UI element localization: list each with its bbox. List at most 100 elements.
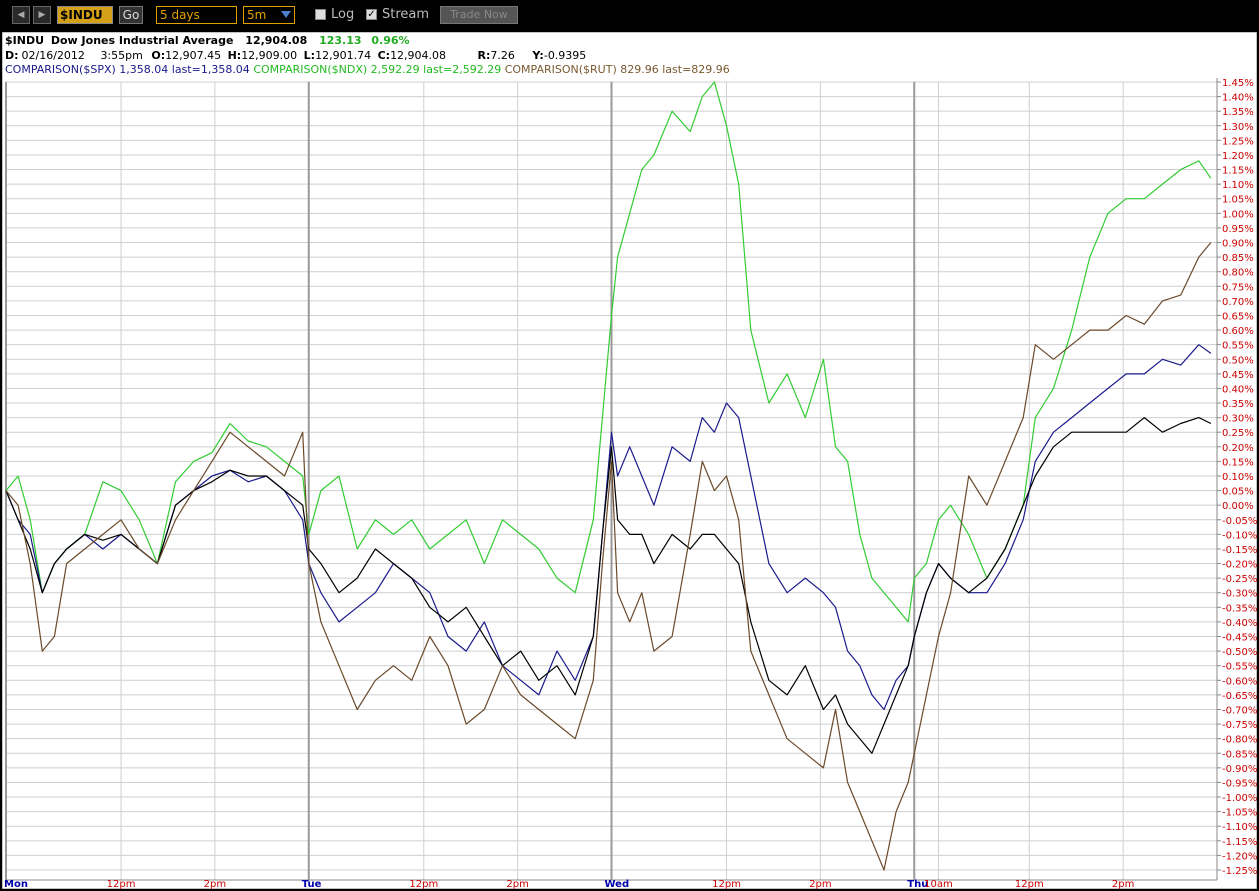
y-tick-label: -0.15% [1222, 545, 1257, 556]
y-tick-label: 0.15% [1222, 457, 1254, 468]
y-tick-label: -1.15% [1222, 837, 1257, 848]
x-tick-label: 2pm [506, 879, 528, 889]
legend-ndx-value: 2,592.29 [371, 63, 420, 76]
y-tick-label: -0.40% [1222, 618, 1257, 629]
x-tick-label: 2pm [809, 879, 831, 889]
legend-rut-value: 829.96 [620, 63, 659, 76]
y-tick-label: -0.20% [1222, 560, 1257, 571]
y-tick-label: -1.25% [1222, 866, 1257, 877]
legend-spx-label: COMPARISON($SPX) [5, 63, 116, 76]
legend-rut-label: COMPARISON($RUT) [505, 63, 617, 76]
y-tick-label: -0.85% [1222, 749, 1257, 760]
y-tick-label: -0.65% [1222, 691, 1257, 702]
x-tick-label: 2pm [1112, 879, 1134, 889]
y-tick-label: -1.20% [1222, 851, 1257, 862]
y-tick-label: 1.05% [1222, 195, 1254, 206]
y-tick-label: 0.80% [1222, 268, 1254, 279]
y-tick-label: -1.05% [1222, 808, 1257, 819]
comparison-legend: COMPARISON($SPX) 1,358.04 last=1,358.04 … [5, 63, 730, 76]
stream-label: Stream [382, 7, 430, 22]
y-tick-label: 1.35% [1222, 107, 1254, 118]
y-tick-label: -0.30% [1222, 589, 1257, 600]
legend-spx-last: last=1,358.04 [172, 63, 250, 76]
y-tick-label: 0.35% [1222, 399, 1254, 410]
y-tick-label: 0.95% [1222, 224, 1254, 235]
y-tick-label: -0.75% [1222, 720, 1257, 731]
range-value: 5 days [160, 8, 200, 22]
y-tick-label: 0.50% [1222, 355, 1254, 366]
legend-ndx-last: last=2,592.29 [423, 63, 501, 76]
y-tick-label: 0.65% [1222, 311, 1254, 322]
last-price: 12,904.08 [245, 34, 307, 47]
y-tick-label: 1.00% [1222, 209, 1254, 220]
y-tick-label: -0.45% [1222, 633, 1257, 644]
y-tick-label: 0.05% [1222, 487, 1254, 498]
go-button[interactable]: Go [119, 6, 143, 24]
y-tick-label: -0.70% [1222, 705, 1257, 716]
y-tick-label: -0.55% [1222, 662, 1257, 673]
y-tick-label: -0.90% [1222, 764, 1257, 775]
y-tick-label: 0.85% [1222, 253, 1254, 264]
y-tick-label: -0.35% [1222, 603, 1257, 614]
x-tick-label: Mon [4, 879, 28, 889]
y-tick-label: 1.20% [1222, 151, 1254, 162]
y-tick-label: 0.40% [1222, 384, 1254, 395]
price-change-pct: 0.96% [371, 34, 409, 47]
y-tick-label: -0.60% [1222, 676, 1257, 687]
y-tick-label: 0.70% [1222, 297, 1254, 308]
y-tick-label: 1.40% [1222, 93, 1254, 104]
toolbar: ◀ ▶ $INDU Go 5 days 5m Log ✓ Stream Trad… [0, 0, 1259, 32]
legend-rut-last: last=829.96 [662, 63, 730, 76]
interval-select[interactable]: 5m [243, 6, 295, 24]
symbol-input[interactable]: $INDU [57, 6, 113, 24]
y-tick-label: 0.45% [1222, 370, 1254, 381]
chart-background [2, 32, 1257, 889]
x-tick-label: 12pm [107, 879, 136, 889]
x-tick-label: 12pm [712, 879, 741, 889]
legend-spx-value: 1,358.04 [119, 63, 168, 76]
price-change: 123.13 [319, 34, 361, 47]
title-symbol: $INDU [5, 34, 44, 47]
y-tick-label: -0.80% [1222, 735, 1257, 746]
x-tick-label: 12pm [409, 879, 438, 889]
y-tick-label: 0.20% [1222, 443, 1254, 454]
title-name: Dow Jones Industrial Average [51, 34, 234, 47]
trade-now-button[interactable]: Trade Now [440, 6, 518, 24]
back-arrow-icon[interactable]: ◀ [12, 6, 30, 24]
chart-title: $INDU Dow Jones Industrial Average 12,90… [5, 34, 410, 47]
range-input[interactable]: 5 days [156, 6, 237, 24]
y-tick-label: -0.95% [1222, 778, 1257, 789]
x-tick-label: Wed [605, 879, 630, 889]
log-label: Log [331, 7, 355, 22]
y-tick-label: -0.25% [1222, 574, 1257, 585]
x-tick-label: 2pm [204, 879, 226, 889]
y-tick-label: 0.55% [1222, 341, 1254, 352]
stream-checkbox[interactable]: ✓ [366, 9, 377, 20]
x-tick-label: Tue [302, 879, 322, 889]
log-checkbox[interactable] [315, 9, 326, 20]
y-axis: 1.45% 1.40% 1.35% 1.30% 1.25% 1.20% 1.15% 1.10%… [1216, 78, 1257, 880]
y-tick-label: -0.05% [1222, 516, 1257, 527]
y-tick-label: 0.10% [1222, 472, 1254, 483]
y-tick-label: -1.10% [1222, 822, 1257, 833]
y-tick-label: -0.10% [1222, 530, 1257, 541]
y-tick-label: 0.60% [1222, 326, 1254, 337]
y-tick-label: 0.75% [1222, 282, 1254, 293]
y-tick-label: 1.30% [1222, 122, 1254, 133]
interval-value: 5m [247, 8, 267, 22]
x-tick-label: 12pm [1015, 879, 1044, 889]
legend-ndx-label: COMPARISON($NDX) [253, 63, 367, 76]
y-tick-label: -1.00% [1222, 793, 1257, 804]
forward-arrow-icon[interactable]: ▶ [33, 6, 51, 24]
x-tick-label: 10am [924, 879, 953, 889]
y-tick-label: 0.30% [1222, 414, 1254, 425]
y-tick-label: 0.00% [1222, 501, 1254, 512]
y-tick-label: 1.45% [1222, 78, 1254, 89]
dropdown-arrow-icon [281, 11, 291, 18]
y-tick-label: 0.90% [1222, 239, 1254, 250]
price-chart: 1.45% 1.40% 1.35% 1.30% 1.25% 1.20% 1.15% 1.10%… [2, 32, 1257, 889]
y-tick-label: 1.10% [1222, 180, 1254, 191]
y-tick-label: 0.25% [1222, 428, 1254, 439]
checkmark-icon: ✓ [367, 9, 376, 20]
y-tick-label: -0.50% [1222, 647, 1257, 658]
